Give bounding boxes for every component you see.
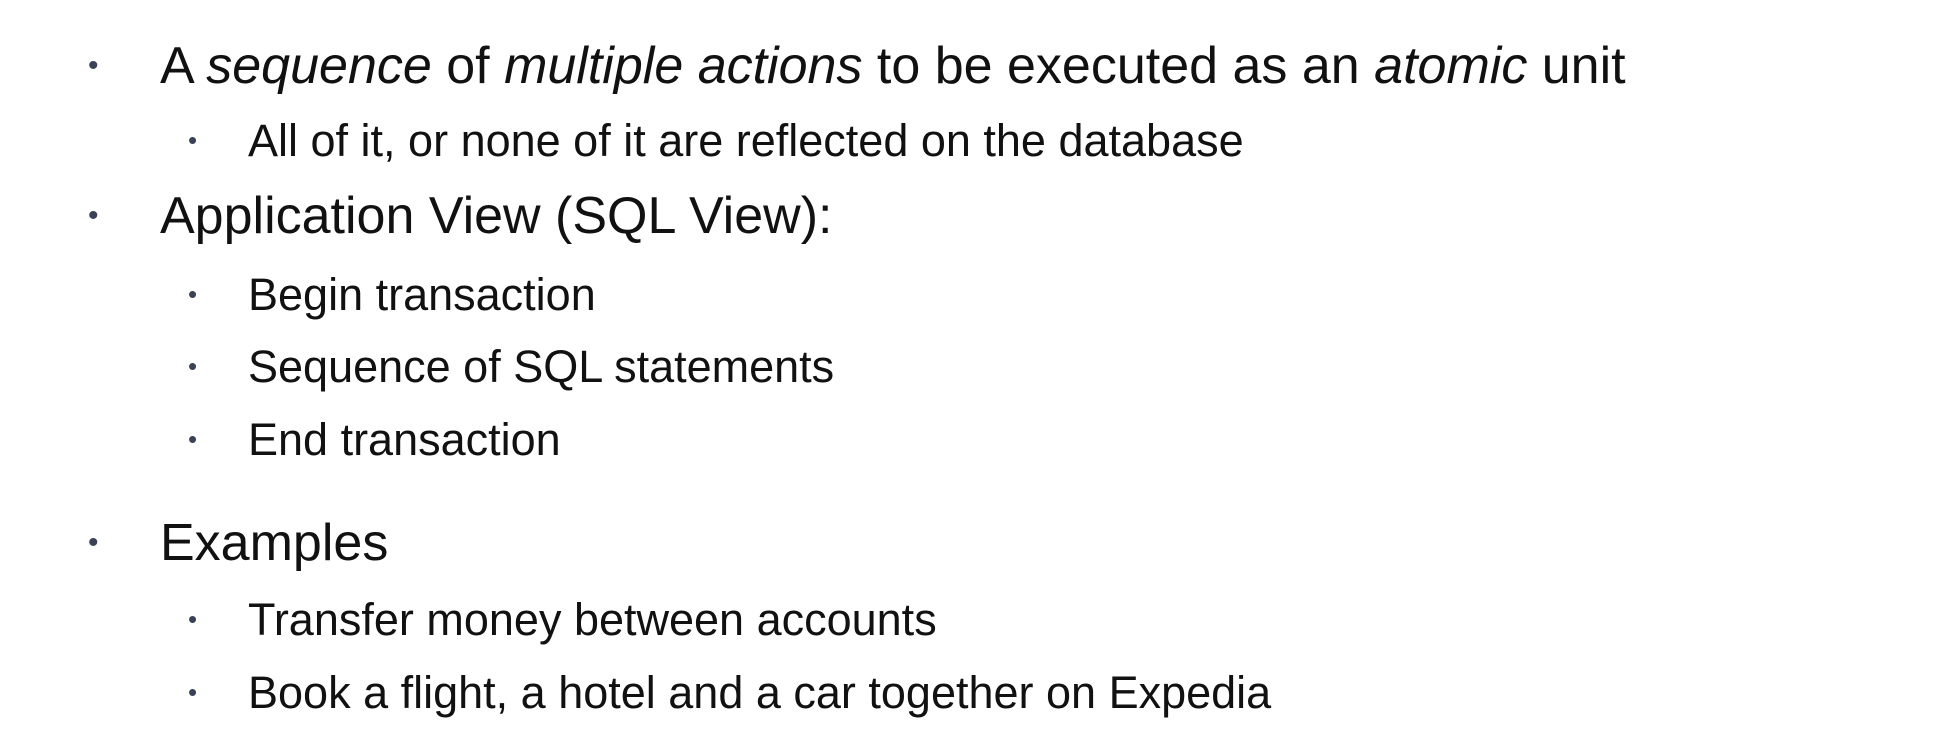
bullet-marker: • (88, 199, 99, 232)
sub-bullet-begin-transaction: • Begin transaction (0, 268, 596, 320)
bullet-text: All of it, or none of it are reflected o… (248, 114, 1244, 166)
text-run: to be executed as an (862, 37, 1375, 95)
bullet-marker: • (88, 49, 99, 82)
bullet-item-application-view: • Application View (SQL View): (0, 186, 832, 246)
text-run-italic: atomic (1374, 37, 1528, 95)
bullet-text: Sequence of SQL statements (248, 340, 835, 392)
bullet-marker: • (188, 604, 198, 634)
bullet-marker: • (188, 424, 198, 454)
bullet-item-definition: • A sequence of multiple actions to be e… (0, 36, 1626, 96)
bullet-marker: • (188, 677, 198, 707)
sub-bullet-book-flight: • Book a flight, a hotel and a car toget… (0, 666, 1271, 718)
sub-bullet-transfer-money: • Transfer money between accounts (0, 593, 937, 645)
bullet-marker: • (188, 351, 198, 381)
slide-content: • A sequence of multiple actions to be e… (0, 0, 1940, 736)
text-run: of (431, 37, 505, 95)
bullet-text: Transfer money between accounts (248, 593, 937, 645)
bullet-text: Examples (160, 514, 389, 572)
bullet-text: End transaction (248, 413, 561, 465)
bullet-marker: • (188, 279, 198, 309)
bullet-text: Begin transaction (248, 268, 596, 320)
text-run: A (160, 37, 207, 95)
bullet-marker: • (188, 125, 198, 155)
text-run-italic: multiple actions (504, 37, 863, 95)
sub-bullet-end-transaction: • End transaction (0, 413, 561, 465)
sub-bullet-all-or-none: • All of it, or none of it are reflected… (0, 114, 1244, 166)
bullet-item-examples: • Examples (0, 513, 388, 573)
text-run-italic: sequence (206, 37, 432, 95)
sub-bullet-sql-statements: • Sequence of SQL statements (0, 340, 834, 392)
bullet-text: Application View (SQL View): (160, 187, 833, 245)
text-run: unit (1527, 37, 1626, 95)
bullet-marker: • (88, 526, 99, 559)
bullet-text: Book a flight, a hotel and a car togethe… (248, 666, 1272, 718)
bullet-text: A sequence of multiple actions to be exe… (160, 40, 1626, 92)
